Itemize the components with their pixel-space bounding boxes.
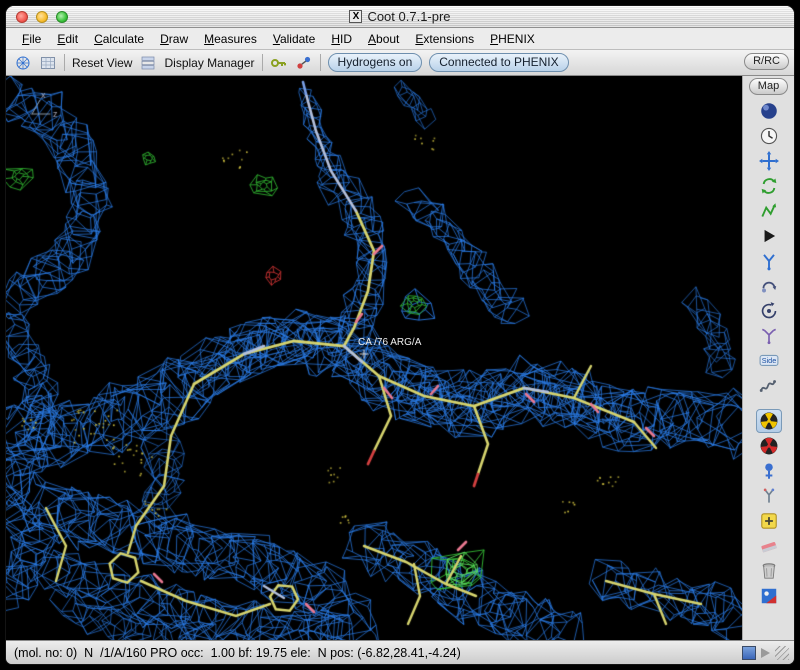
- side-chain-180-button[interactable]: Side: [756, 349, 782, 373]
- flip-peptide-button[interactable]: [756, 274, 782, 298]
- traffic-lights: [16, 11, 68, 23]
- gl-canvas[interactable]: [6, 76, 742, 640]
- run-refinement-button[interactable]: [756, 224, 782, 248]
- flip-peptide-icon: [761, 281, 776, 293]
- undo-clock-button[interactable]: [756, 124, 782, 148]
- measure-icon[interactable]: [295, 54, 313, 72]
- menu-calculate[interactable]: Calculate: [86, 30, 152, 48]
- key-icon[interactable]: [270, 54, 288, 72]
- add-atom-icon: [760, 513, 777, 529]
- rrc-button[interactable]: R/RC: [744, 53, 789, 70]
- menu-measures[interactable]: Measures: [196, 30, 265, 48]
- statusbar: (mol. no: 0) N /1/A/160 PRO occ: 1.00 bf…: [6, 640, 794, 664]
- clear-pending-icon: [760, 541, 777, 553]
- translate-axes-button[interactable]: [756, 149, 782, 173]
- texture-map-icon: [761, 588, 776, 604]
- window-title: X Coot 0.7.1-pre: [349, 9, 451, 24]
- refine-cycle-icon: [761, 178, 776, 194]
- menu-extensions[interactable]: Extensions: [407, 30, 482, 48]
- add-atom-button[interactable]: [756, 509, 782, 533]
- svg-text:Side: Side: [761, 356, 775, 365]
- delete-item-button[interactable]: [756, 559, 782, 583]
- content-row: CA /76 ARG/A Map Side: [6, 76, 794, 640]
- coordinates-icon[interactable]: [14, 54, 32, 72]
- delete-item-icon: [762, 563, 775, 579]
- hydrogens-toggle[interactable]: Hydrogens on: [327, 53, 423, 72]
- torsion-general-button[interactable]: [756, 199, 782, 223]
- undo-clock-icon: [760, 127, 777, 145]
- refine-cycle-button[interactable]: [756, 174, 782, 198]
- menubar: File Edit Calculate Draw Measures Validate HID…: [6, 28, 794, 50]
- fix-atoms-button[interactable]: [756, 459, 782, 483]
- translate-axes-icon: [758, 151, 779, 171]
- rotate-translate-zone-icon: [761, 302, 776, 319]
- close-button[interactable]: [16, 11, 28, 23]
- coot-window: X Coot 0.7.1-pre File Edit Calculate Draw Me…: [6, 6, 794, 664]
- status-text: (mol. no: 0) N /1/A/160 PRO occ: 1.00 bf…: [14, 645, 461, 660]
- x11-icon: X: [349, 10, 363, 23]
- phenix-connection-toggle[interactable]: Connected to PHENIX: [429, 53, 569, 72]
- toolbar-separator: [64, 54, 65, 71]
- add-alt-conf-button[interactable]: [756, 484, 782, 508]
- edit-backbone-torsion-button[interactable]: [756, 374, 782, 398]
- side-chain-180-icon: Side: [759, 354, 778, 366]
- torsion-general-icon: [760, 203, 776, 217]
- texture-map-button[interactable]: [756, 584, 782, 608]
- auto-fit-rotamer-button[interactable]: [756, 324, 782, 348]
- display-manager-icon[interactable]: [139, 54, 157, 72]
- titlebar[interactable]: X Coot 0.7.1-pre: [6, 6, 794, 28]
- run-refinement-icon: [764, 229, 775, 243]
- resize-grip[interactable]: [775, 645, 789, 660]
- toolbar: Reset View Display Manager Hydrogens on …: [6, 50, 794, 76]
- minimize-button[interactable]: [36, 11, 48, 23]
- expand-arrow-icon[interactable]: [761, 647, 770, 658]
- toolbar-separator: [261, 54, 263, 71]
- model-toolbar: Map Side: [742, 76, 794, 640]
- regularize-zone-icon: [760, 437, 777, 455]
- real-space-refine-zone-icon: [760, 412, 777, 430]
- reset-view-button[interactable]: Reset View: [72, 56, 132, 70]
- display-manager-button[interactable]: Display Manager: [164, 56, 254, 70]
- menu-edit[interactable]: Edit: [49, 30, 86, 48]
- environment-sphere-button[interactable]: [756, 99, 782, 123]
- toolbar-separator: [319, 54, 321, 71]
- clear-pending-button[interactable]: [756, 534, 782, 558]
- map-grid-icon[interactable]: [39, 54, 57, 72]
- window-title-text: Coot 0.7.1-pre: [367, 9, 451, 24]
- edit-backbone-torsion-icon: [759, 380, 776, 392]
- menu-about[interactable]: About: [360, 30, 407, 48]
- fix-atoms-icon: [764, 463, 773, 479]
- gl-viewport[interactable]: CA /76 ARG/A: [6, 76, 742, 640]
- real-space-refine-zone-button[interactable]: [755, 409, 782, 433]
- menu-hid[interactable]: HID: [323, 30, 360, 48]
- menu-draw[interactable]: Draw: [152, 30, 196, 48]
- rotate-translate-zone-button[interactable]: [756, 299, 782, 323]
- edit-chi-angles-button[interactable]: [756, 249, 782, 273]
- auto-fit-rotamer-icon: [761, 328, 776, 345]
- menu-phenix[interactable]: PHENIX: [482, 30, 543, 48]
- map-button[interactable]: Map: [748, 78, 789, 95]
- add-alt-conf-icon: [763, 488, 774, 503]
- regularize-zone-button[interactable]: [756, 434, 782, 458]
- zoom-button[interactable]: [56, 11, 68, 23]
- scroll-indicator[interactable]: [742, 645, 756, 660]
- menu-validate[interactable]: Validate: [265, 30, 324, 48]
- statusbar-controls: [742, 645, 789, 660]
- menu-file[interactable]: File: [14, 30, 49, 48]
- environment-sphere-icon: [760, 103, 777, 119]
- edit-chi-angles-icon: [762, 254, 775, 271]
